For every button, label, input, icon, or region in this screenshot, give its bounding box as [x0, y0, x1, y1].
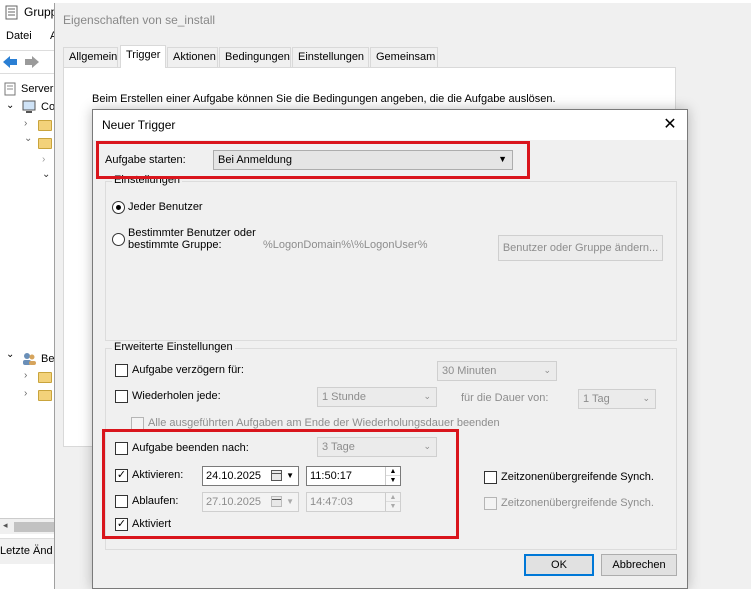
mmc-app-icon — [5, 5, 18, 20]
forward-arrow-icon[interactable] — [24, 55, 40, 69]
dialog-titlebar: Neuer Trigger ✕ — [93, 110, 687, 140]
chevron-down-icon: ⌄ — [642, 393, 650, 403]
delay-checkbox[interactable] — [115, 364, 128, 377]
radio-all-users-label[interactable]: Jeder Benutzer — [128, 201, 203, 213]
chevron-down-icon[interactable]: ⌄ — [6, 100, 14, 111]
back-arrow-icon[interactable] — [2, 55, 18, 69]
radio-all-users[interactable] — [112, 201, 125, 214]
duration-select[interactable]: 1 Tag ⌄ — [578, 389, 656, 409]
mmc-toolbar — [0, 50, 60, 74]
tab-bedingungen[interactable]: Bedingungen — [219, 47, 291, 67]
folder-icon — [38, 120, 52, 131]
mmc-statusbar: Letzte Änd — [0, 538, 60, 564]
scroll-left-icon[interactable]: ◂ — [3, 520, 8, 531]
sync2-checkbox[interactable] — [484, 497, 497, 510]
chevron-down-icon[interactable]: ⌄ — [6, 349, 14, 360]
radio-specific-user[interactable] — [112, 233, 125, 246]
chevron-down-icon: ⌄ — [543, 365, 551, 375]
tab-trigger[interactable]: Trigger — [120, 45, 166, 68]
delay-select[interactable]: 30 Minuten ⌄ — [437, 361, 557, 381]
trigger-intro-text: Beim Erstellen einer Aufgabe können Sie … — [92, 93, 556, 105]
chevron-right-icon[interactable]: › — [24, 370, 27, 381]
radio-specific-label-2[interactable]: bestimmte Gruppe: — [128, 239, 222, 251]
highlight-advanced-settings — [102, 429, 459, 539]
dialog-title: Neuer Trigger — [102, 118, 176, 132]
change-user-button[interactable]: Benutzer oder Gruppe ändern... — [498, 235, 663, 261]
chevron-down-icon[interactable]: ⌄ — [42, 169, 50, 180]
chevron-right-icon[interactable]: › — [24, 388, 27, 399]
document-icon — [4, 82, 16, 96]
radio-specific-label-1[interactable]: Bestimmter Benutzer oder — [128, 227, 256, 239]
repeat-select[interactable]: 1 Stunde ⌄ — [317, 387, 437, 407]
cancel-button[interactable]: Abbrechen — [601, 554, 677, 576]
mmc-title: Grupp — [24, 5, 58, 19]
chevron-down-icon[interactable]: ⌄ — [24, 133, 32, 144]
highlight-start-trigger — [96, 141, 530, 179]
settings-group: Einstellungen Jeder Benutzer Bestimmter … — [105, 174, 677, 341]
sync2-label: Zeitzonenübergreifende Synch. — [501, 497, 654, 509]
folder-icon — [38, 390, 52, 401]
folder-icon — [38, 372, 52, 383]
status-text: Letzte Änd — [0, 545, 53, 557]
users-icon — [23, 353, 36, 365]
tree-hscrollbar[interactable]: ◂ — [0, 518, 56, 534]
mmc-menubar: Datei A — [0, 28, 60, 48]
sync-label: Zeitzonenübergreifende Synch. — [501, 471, 654, 483]
stop-all-label: Alle ausgeführten Aufgaben am Ende der W… — [148, 417, 500, 429]
tab-einstellungen[interactable]: Einstellungen — [292, 47, 369, 67]
mmc-titlebar: Grupp — [0, 0, 60, 26]
delay-label: Aufgabe verzögern für: — [132, 364, 244, 376]
close-icon[interactable]: ✕ — [661, 116, 679, 134]
scroll-thumb[interactable] — [14, 522, 54, 532]
tab-allgemein[interactable]: Allgemein — [63, 47, 118, 67]
user-value: %LogonDomain%\%LogonUser% — [263, 239, 428, 251]
ok-button[interactable]: OK — [524, 554, 594, 576]
menu-datei[interactable]: Datei — [6, 30, 32, 42]
mmc-tree: Server ⌄ Co › ⌄ › ⌄ ⌄ Be › › — [0, 76, 60, 541]
chevron-right-icon[interactable]: › — [24, 118, 27, 129]
tab-gemeinsam[interactable]: Gemeinsam — [370, 47, 438, 67]
new-trigger-dialog: Neuer Trigger ✕ Aufgabe starten: Bei Anm… — [92, 109, 688, 589]
chevron-right-icon[interactable]: › — [42, 154, 45, 165]
folder-icon — [38, 138, 52, 149]
advanced-group-title: Erweiterte Einstellungen — [112, 341, 235, 353]
properties-title: Eigenschaften von se_install — [63, 13, 216, 27]
duration-label: für die Dauer von: — [461, 392, 549, 404]
chevron-down-icon: ⌄ — [423, 391, 431, 401]
tab-aktionen[interactable]: Aktionen — [167, 47, 218, 67]
sync-checkbox[interactable] — [484, 471, 497, 484]
repeat-label: Wiederholen jede: — [132, 390, 221, 402]
computer-icon — [22, 100, 36, 113]
repeat-checkbox[interactable] — [115, 390, 128, 403]
